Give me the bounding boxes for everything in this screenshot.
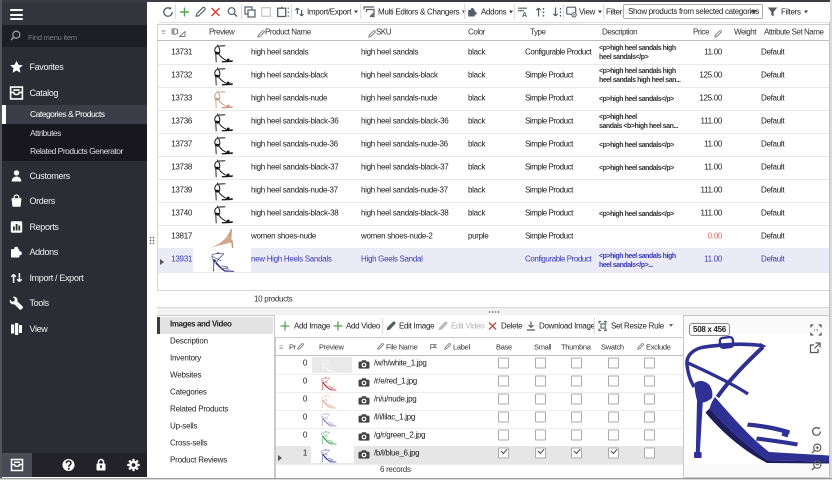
svg-text:A: A [522,12,527,18]
